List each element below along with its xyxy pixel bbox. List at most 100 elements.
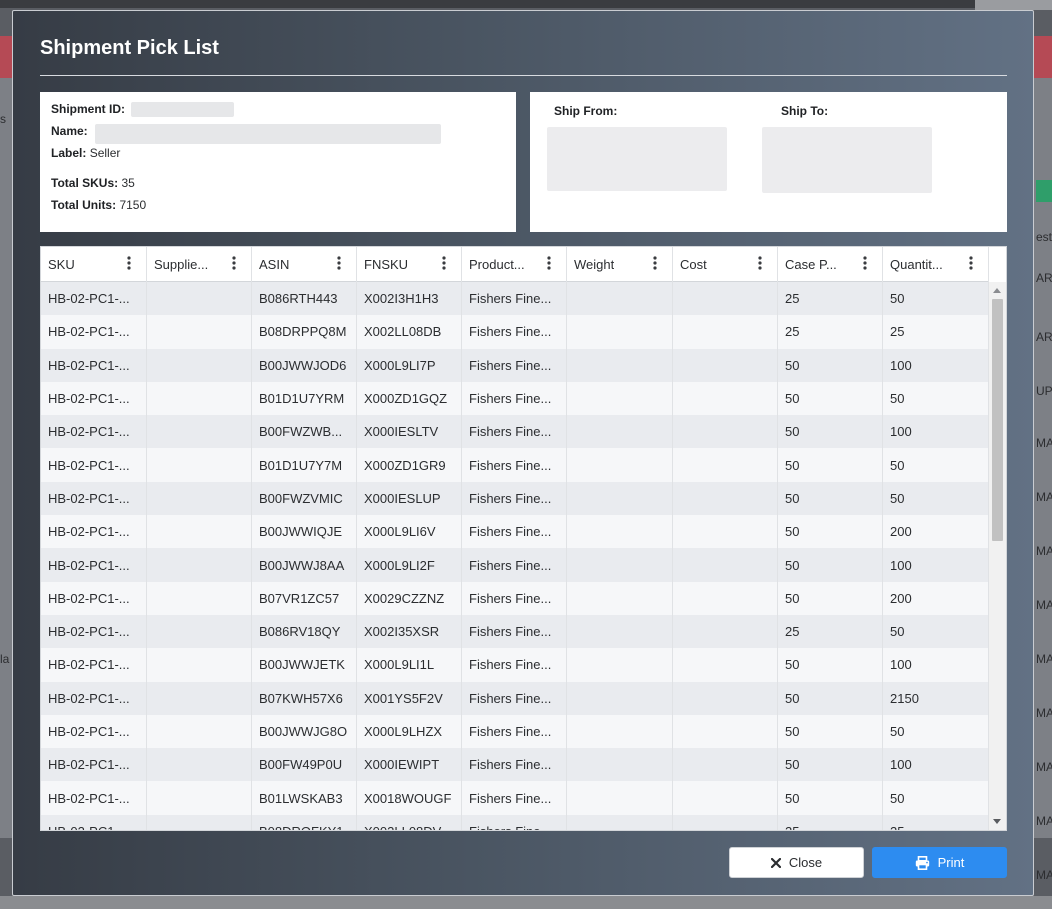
table-cell: B01D1U7Y7M xyxy=(252,448,357,482)
column-menu-icon[interactable] xyxy=(757,256,763,272)
table-cell xyxy=(147,448,252,482)
table-cell xyxy=(147,814,252,830)
table-cell: Fishers Fine... xyxy=(462,348,567,382)
column-header[interactable]: Weight xyxy=(567,247,673,282)
table-cell: B07KWH57X6 xyxy=(252,681,357,715)
table-cell xyxy=(567,348,673,382)
table-cell xyxy=(567,681,673,715)
column-menu-icon[interactable] xyxy=(546,256,552,272)
ship-to-label: Ship To: xyxy=(781,104,829,118)
column-header[interactable]: Quantit... xyxy=(883,247,989,282)
column-menu-icon[interactable] xyxy=(968,256,974,272)
total-skus-label: Total SKUs: xyxy=(51,176,119,190)
table-cell: HB-02-PC1-... xyxy=(41,814,147,830)
table-row[interactable]: HB-02-PC1-... B00FW49P0U X000IEWIPT Fishers… xyxy=(41,748,989,782)
column-menu-icon[interactable] xyxy=(336,256,342,272)
table-cell: HB-02-PC1-... xyxy=(41,481,147,516)
table-cell: 50 xyxy=(883,614,989,649)
column-header-label: Case P... xyxy=(785,257,837,272)
column-header[interactable]: Supplie... xyxy=(147,247,252,282)
label-row: Label: Seller xyxy=(51,146,120,160)
table-cell xyxy=(567,814,673,830)
table-cell: Fishers Fine... xyxy=(462,415,567,449)
table-row[interactable]: HB-02-PC1-... B00JWWIQJE X000L9LI6V Fishers… xyxy=(41,515,989,549)
table-cell: X002I3H1H3 xyxy=(357,282,462,316)
total-units-row: Total Units: 7150 xyxy=(51,198,146,212)
table-row[interactable]: HB-02-PC1-... B07KWH57X6 X001YS5F2V Fishers… xyxy=(41,681,989,715)
scroll-down-arrow-icon[interactable] xyxy=(993,819,1001,824)
column-header-label: ASIN xyxy=(259,257,290,272)
table-cell: HB-02-PC1-... xyxy=(41,448,147,482)
background-text-fragment: MA xyxy=(1036,868,1052,882)
table-cell: X000L9LI2F xyxy=(357,548,462,582)
table-row[interactable]: HB-02-PC1-... B00JWWJ8AA X000L9LI2F Fishers… xyxy=(41,548,989,582)
table-row[interactable]: HB-02-PC1-... B01D1U7Y7M X000ZD1GR9 Fishers… xyxy=(41,448,989,482)
table-cell: B08DRPPQ8M xyxy=(252,315,357,349)
table-cell: X000L9LI6V xyxy=(357,515,462,549)
print-button-label: Print xyxy=(937,855,965,870)
table-cell: HB-02-PC1-... xyxy=(41,348,147,382)
column-header[interactable]: ASIN xyxy=(252,247,357,282)
table-row[interactable]: HB-02-PC1-... B00FWZVMIC X000IESLUP Fishers… xyxy=(41,481,989,516)
table-cell: 50 xyxy=(883,448,989,482)
table-cell xyxy=(147,648,252,682)
table-cell: HB-02-PC1-... xyxy=(41,614,147,649)
column-header-label: Weight xyxy=(574,257,615,272)
label-label: Label: xyxy=(51,146,87,160)
table-row[interactable]: HB-02-PC1-... B00FWZWB... X000IESLTV Fisher… xyxy=(41,415,989,449)
close-button[interactable]: Close xyxy=(729,847,864,878)
background-header-bar-right xyxy=(1034,36,1052,78)
table-row[interactable]: HB-02-PC1-... B08DRQFKY1X002LL08DVFishers… xyxy=(41,814,989,830)
table-cell xyxy=(567,448,673,482)
table-row[interactable]: HB-02-PC1-... B00JWWJETK X000L9LI1L Fishers… xyxy=(41,648,989,682)
table-row[interactable]: HB-02-PC1-... B01D1U7YRM X000ZD1GQZ Fishers… xyxy=(41,381,989,416)
table-row[interactable]: HB-02-PC1-... B086RV18QY X002I35XSR Fishers… xyxy=(41,614,989,649)
table-cell: 50 xyxy=(778,748,883,782)
table-row[interactable]: HB-02-PC1-... B00JWWJOD6 X000L9LI7P Fishers… xyxy=(41,348,989,382)
table-row[interactable]: HB-02-PC1-... B08DRPPQ8M X002LL08DB Fishers… xyxy=(41,315,989,349)
table-cell: 25 xyxy=(778,282,883,316)
column-header[interactable]: FNSKU xyxy=(357,247,462,282)
scroll-up-arrow-icon[interactable] xyxy=(993,288,1001,293)
print-button[interactable]: Print xyxy=(872,847,1007,878)
table-row[interactable]: HB-02-PC1-... B00JWWJG8O X000L9LHZX Fishers… xyxy=(41,714,989,749)
scroll-thumb[interactable] xyxy=(992,299,1003,541)
shipment-id-row: Shipment ID: xyxy=(51,102,125,116)
column-header-label: SKU xyxy=(48,257,75,272)
printer-icon xyxy=(915,855,930,870)
table-cell: B086RTH443 xyxy=(252,282,357,316)
table-row[interactable]: HB-02-PC1-... B086RTH443 X002I3H1H3 Fishers… xyxy=(41,282,989,316)
background-text-fragment: este xyxy=(1036,230,1052,244)
table-cell xyxy=(147,282,252,316)
column-header[interactable]: Product... xyxy=(462,247,567,282)
table-cell xyxy=(147,781,252,815)
table-cell xyxy=(673,814,778,830)
table-scrollbar[interactable] xyxy=(989,282,1006,830)
name-label: Name: xyxy=(51,124,88,138)
table-cell xyxy=(673,681,778,715)
table-cell xyxy=(673,415,778,449)
table-cell: Fishers Fine... xyxy=(462,681,567,715)
shipment-pick-list-modal: Shipment Pick List Shipment ID: Name: La… xyxy=(12,10,1034,896)
table-cell xyxy=(567,548,673,582)
name-redacted xyxy=(95,124,441,144)
table-cell: B00FW49P0U xyxy=(252,748,357,782)
table-cell xyxy=(147,614,252,649)
column-header[interactable]: Case P... xyxy=(778,247,883,282)
table-cell: X0018WOUGF xyxy=(357,781,462,815)
table-cell xyxy=(147,748,252,782)
table-cell: X0029CZZNZ xyxy=(357,581,462,615)
ship-address-card: Ship From: Ship To: xyxy=(530,92,1007,232)
column-header[interactable]: Cost xyxy=(673,247,778,282)
column-menu-icon[interactable] xyxy=(441,256,447,272)
table-cell xyxy=(147,515,252,549)
table-body[interactable]: HB-02-PC1-... B086RTH443 X002I3H1H3 Fishers… xyxy=(41,282,989,830)
column-menu-icon[interactable] xyxy=(126,256,132,272)
column-header[interactable]: SKU xyxy=(41,247,147,282)
table-row[interactable]: HB-02-PC1-... B07VR1ZC57 X0029CZZNZ Fishers… xyxy=(41,581,989,615)
column-menu-icon[interactable] xyxy=(231,256,237,272)
column-menu-icon[interactable] xyxy=(652,256,658,272)
column-menu-icon[interactable] xyxy=(862,256,868,272)
table-row[interactable]: HB-02-PC1-... B01LWSKAB3 X0018WOUGF Fishers… xyxy=(41,781,989,815)
table-cell: X000ZD1GR9 xyxy=(357,448,462,482)
